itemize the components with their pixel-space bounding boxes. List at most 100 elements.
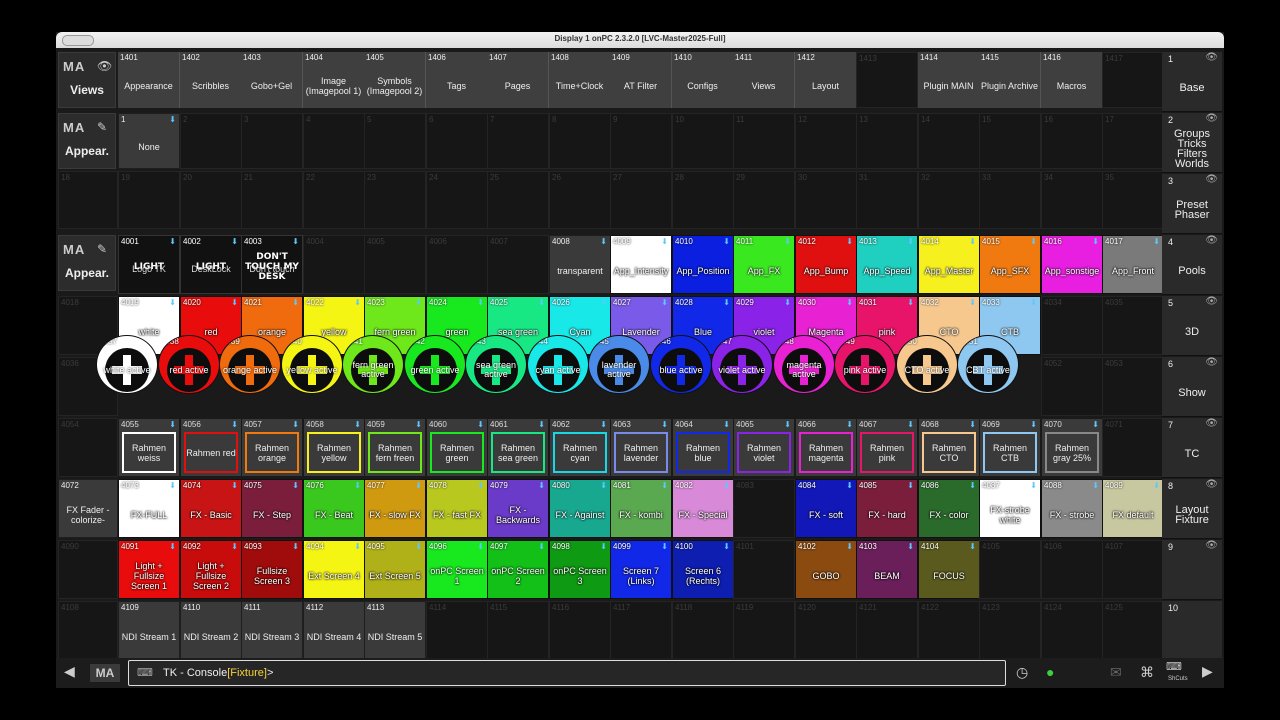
appearance-button[interactable]: 4099 ⬇ Screen 7 (Links) <box>610 540 672 599</box>
sidebar-item-groups[interactable]: 2 👁 Groups Tricks Filters Worlds <box>1162 113 1222 173</box>
appearance-button[interactable]: 4097 ⬇ onPC Screen 2 <box>487 540 549 599</box>
empty-slot[interactable]: 4101 <box>733 540 795 599</box>
empty-slot[interactable]: 23 <box>364 171 426 229</box>
appearance-button[interactable]: 4094 ⬇ Ext Screen 4 <box>303 540 365 599</box>
appearance-button[interactable]: 4093 ⬇ Fullsize Screen 3 <box>241 540 303 599</box>
sidebar-item-3d[interactable]: 5 👁 3D <box>1162 296 1222 356</box>
view-button[interactable]: 1413 <box>856 52 918 108</box>
appearance-button[interactable]: 4014 ⬇ App_Master <box>918 235 980 294</box>
empty-slot[interactable]: 2 <box>180 113 242 169</box>
clock-icon[interactable]: ◷ <box>1016 664 1028 681</box>
view-button[interactable]: 1412 Layout <box>795 52 857 108</box>
view-button[interactable]: 1414 Plugin MAIN <box>918 52 980 108</box>
empty-slot[interactable]: 4052 <box>1041 357 1103 416</box>
appearance-button[interactable]: 4045 ⬇ lavender active <box>588 335 650 394</box>
pool-header-views[interactable]: MA 👁 Views <box>58 52 116 108</box>
ma-logo[interactable]: MA <box>90 664 120 682</box>
empty-slot[interactable]: 33 <box>979 171 1041 229</box>
empty-slot[interactable]: 30 <box>795 171 857 229</box>
appearance-button[interactable]: 4059 ⬇ Rahmen fern freen <box>364 418 426 477</box>
shortcuts-icon[interactable]: ⌨ <box>1166 660 1182 673</box>
empty-slot[interactable]: 4054 <box>58 418 118 477</box>
empty-slot[interactable]: 4035 <box>1102 296 1164 355</box>
empty-slot[interactable]: 4004 <box>303 235 365 294</box>
appearance-button[interactable]: 4001 ⬇ LIGHT Logo TK <box>118 235 180 294</box>
pool-header-appearances[interactable]: MA ✎ Appear. <box>58 113 116 169</box>
appearance-button[interactable]: 4085 ⬇ FX - hard <box>856 479 918 538</box>
view-button[interactable]: 1401 Appearance <box>118 52 180 108</box>
prev-arrow-icon[interactable]: ◀ <box>64 663 75 680</box>
appearance-button[interactable]: 4043 ⬇ sea green active <box>465 335 527 394</box>
appearance-button[interactable]: 4048 ⬇ magenta active <box>773 335 835 394</box>
appearance-button[interactable]: 4109 NDI Stream 1 <box>118 601 180 660</box>
empty-slot[interactable]: 12 <box>795 113 857 169</box>
empty-slot[interactable]: 15 <box>979 113 1041 169</box>
appearance-button[interactable]: 4056 ⬇ Rahmen red <box>180 418 242 477</box>
empty-slot[interactable]: 4119 <box>733 601 795 660</box>
appearance-button[interactable]: 4040 ⬇ yellow active <box>281 335 343 394</box>
edit-icon[interactable]: ✎ <box>97 242 107 256</box>
empty-slot[interactable]: 34 <box>1041 171 1103 229</box>
sidebar-item-show[interactable]: 6 👁 Show <box>1162 357 1222 417</box>
view-button[interactable]: 1404 Image (Imagepool 1) <box>303 52 365 108</box>
view-button[interactable]: 1406 Tags <box>426 52 488 108</box>
empty-slot[interactable]: 4 <box>303 113 365 169</box>
appearance-button[interactable]: 4009 ⬇ App_Intensity <box>610 235 672 294</box>
empty-slot[interactable]: 19 <box>118 171 180 229</box>
empty-slot[interactable]: 4083 <box>733 479 795 538</box>
appearance-button[interactable]: 4010 ⬇ App_Position <box>672 235 734 294</box>
empty-slot[interactable]: 16 <box>1041 113 1103 169</box>
appearance-button[interactable]: 4067 ⬇ Rahmen pink <box>856 418 918 477</box>
appearance-button[interactable]: 4012 ⬇ App_Bump <box>795 235 857 294</box>
network-globe-icon[interactable]: ● <box>1046 664 1054 680</box>
appearance-button[interactable]: 4111 NDI Stream 3 <box>241 601 303 660</box>
view-button[interactable]: 1408 Time+Clock <box>549 52 611 108</box>
appearance-button[interactable]: 4058 ⬇ Rahmen yellow <box>303 418 365 477</box>
appearance-button[interactable]: 4047 ⬇ violet active <box>711 335 773 394</box>
empty-slot[interactable]: 4071 <box>1102 418 1164 477</box>
appearance-button[interactable]: 4091 ⬇ Light + Fullsize Screen 1 <box>118 540 180 599</box>
empty-slot[interactable]: 8 <box>549 113 611 169</box>
empty-slot[interactable]: 4115 <box>487 601 549 660</box>
appearance-button[interactable]: 4095 ⬇ Ext Screen 5 <box>364 540 426 599</box>
empty-slot[interactable]: 10 <box>672 113 734 169</box>
appearance-button[interactable]: 4065 ⬇ Rahmen violet <box>733 418 795 477</box>
appearance-button[interactable]: 4102 ⬇ GOBO <box>795 540 857 599</box>
view-button[interactable]: 1403 Gobo+Gel <box>241 52 303 108</box>
mail-icon[interactable]: ✉ <box>1110 664 1122 681</box>
empty-slot[interactable]: 4123 <box>979 601 1041 660</box>
empty-slot[interactable]: 4006 <box>426 235 488 294</box>
appearance-button[interactable]: 4113 NDI Stream 5 <box>364 601 426 660</box>
appearance-button[interactable]: 4061 ⬇ Rahmen sea green <box>487 418 549 477</box>
appearance-button[interactable]: 4038 ⬇ red active <box>158 335 220 394</box>
empty-slot[interactable]: 5 <box>364 113 426 169</box>
empty-slot[interactable]: 31 <box>856 171 918 229</box>
view-button[interactable]: 1402 Scribbles <box>180 52 242 108</box>
appearance-button[interactable]: 4077 ⬇ FX - slow FX <box>364 479 426 538</box>
empty-slot[interactable]: 17 <box>1102 113 1164 169</box>
view-button[interactable]: 1409 AT Filter <box>610 52 672 108</box>
empty-slot[interactable]: 4107 <box>1102 540 1164 599</box>
appearance-button[interactable]: 4082 ⬇ FX - Special <box>672 479 734 538</box>
sidebar-item-empty-9[interactable]: 9 👁 <box>1162 540 1222 600</box>
appearance-button[interactable]: 4076 ⬇ FX - Beat <box>303 479 365 538</box>
empty-slot[interactable]: 11 <box>733 113 795 169</box>
appearance-button[interactable]: 4057 ⬇ Rahmen orange <box>241 418 303 477</box>
appearance-button[interactable]: 4070 ⬇ Rahmen gray 25% <box>1041 418 1103 477</box>
empty-slot[interactable]: 29 <box>733 171 795 229</box>
empty-slot[interactable]: 28 <box>672 171 734 229</box>
appearance-button[interactable]: 4017 ⬇ App_Front <box>1102 235 1164 294</box>
empty-slot[interactable]: 4120 <box>795 601 857 660</box>
appearance-button[interactable]: 4064 ⬇ Rahmen blue <box>672 418 734 477</box>
appearance-button[interactable]: 4068 ⬇ Rahmen CTO <box>918 418 980 477</box>
appearance-button[interactable]: 4002 ⬇ LIGHT DeskLock <box>180 235 242 294</box>
empty-slot[interactable]: 4122 <box>918 601 980 660</box>
edit-icon[interactable]: ✎ <box>97 120 107 134</box>
empty-slot[interactable]: 35 <box>1102 171 1164 229</box>
empty-slot[interactable]: 4114 <box>426 601 488 660</box>
empty-slot[interactable]: 4121 <box>856 601 918 660</box>
appearance-none[interactable]: 1 None ⬇ <box>118 113 180 169</box>
appearance-button[interactable]: 4098 ⬇ onPC Screen 3 <box>549 540 611 599</box>
appearance-button[interactable]: 4039 ⬇ orange active <box>219 335 281 394</box>
appearance-button[interactable]: 4087 ⬇ FX-strobe white <box>979 479 1041 538</box>
